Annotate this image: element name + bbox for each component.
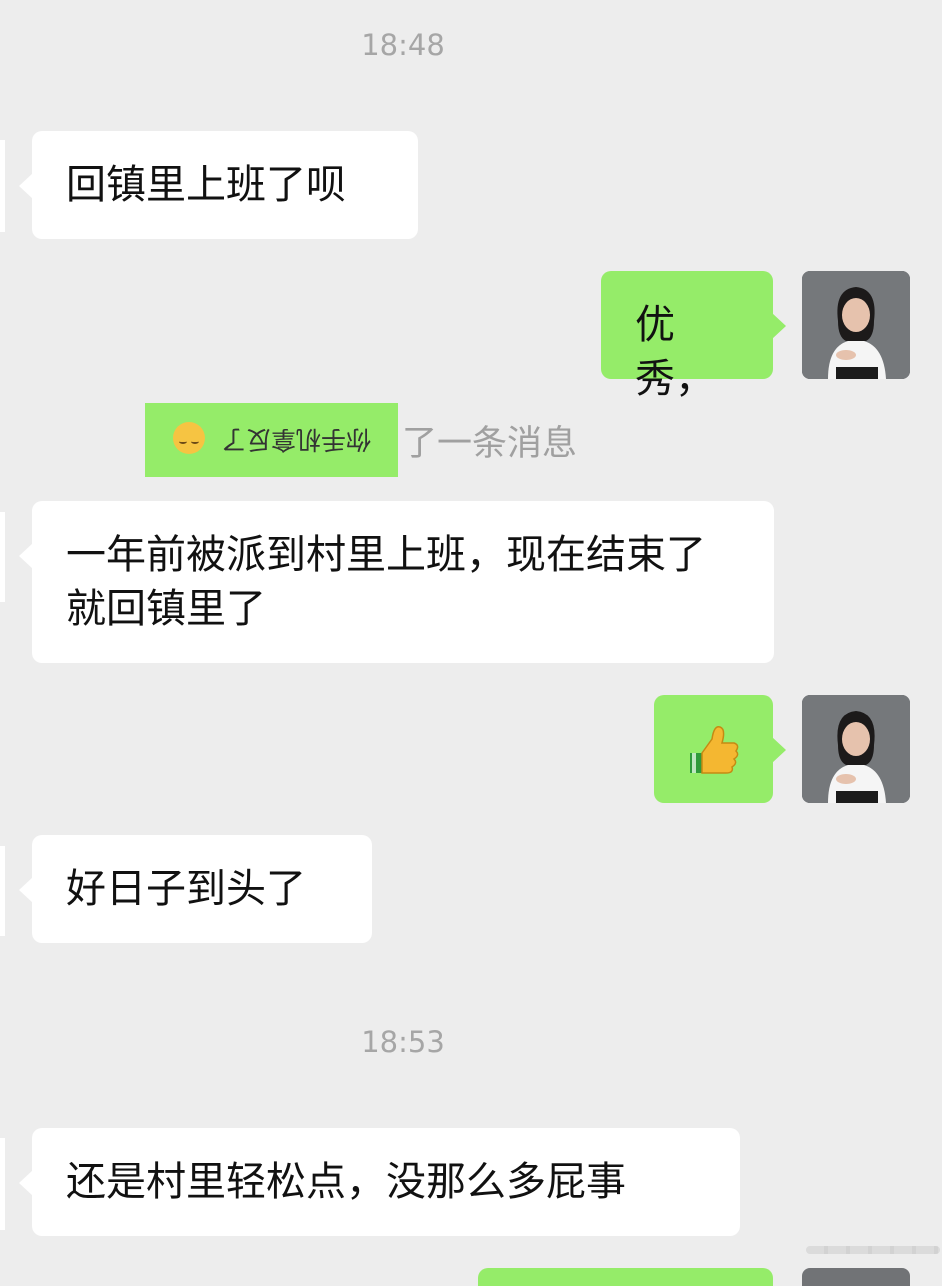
timestamp: 18:48 [361, 28, 445, 62]
left-edge-artifact [0, 512, 5, 602]
message-bubble-incoming[interactable]: 回镇里上班了呗 [19, 131, 418, 239]
recall-notice: 你手机拿反了 了一条消息 [145, 403, 577, 477]
smiling-face-icon [172, 421, 205, 454]
message-bubble-incoming[interactable]: 还是村里轻松点，没那么多屁事 [19, 1128, 740, 1236]
avatar[interactable] [802, 1268, 910, 1286]
recall-notice-suffix: 了一条消息 [402, 423, 578, 464]
avatar-image [802, 271, 910, 379]
thumbs-up-icon [690, 726, 739, 774]
message-bubble-outgoing[interactable] [654, 695, 786, 803]
recall-flipped-text: 你手机拿反了 [220, 424, 371, 454]
left-edge-artifact [0, 1138, 5, 1230]
chat-screen: 18:48 回镇里上班了呗 优秀， 你手机拿反了 了一条消息 一年前被派到村里上… [0, 0, 942, 1286]
message-text: 好日子到头了 [66, 866, 306, 912]
scroll-indicator [806, 1246, 940, 1254]
message-bubble-incoming[interactable]: 好日子到头了 [19, 835, 372, 943]
avatar[interactable] [802, 695, 910, 803]
message-text: 回镇里上班了呗 [66, 162, 346, 208]
left-edge-artifact [0, 846, 5, 936]
message-text: 一年前被派到村里上班，现在结束了就回镇里了 [66, 532, 706, 632]
message-text: 还是村里轻松点，没那么多屁事 [66, 1159, 626, 1205]
message-text: 优秀， [635, 302, 715, 402]
message-bubble-outgoing-partial[interactable] [478, 1268, 773, 1286]
avatar-image [802, 695, 910, 803]
timestamp: 18:53 [361, 1025, 445, 1059]
recall-flipped-content: 你手机拿反了 [172, 421, 371, 459]
message-bubble-outgoing[interactable]: 优秀， [601, 271, 786, 402]
message-bubble-incoming[interactable]: 一年前被派到村里上班，现在结束了就回镇里了 [19, 501, 774, 663]
avatar[interactable] [802, 271, 910, 379]
left-edge-artifact [0, 140, 5, 232]
recall-notice-flipped-box: 你手机拿反了 [145, 403, 398, 477]
